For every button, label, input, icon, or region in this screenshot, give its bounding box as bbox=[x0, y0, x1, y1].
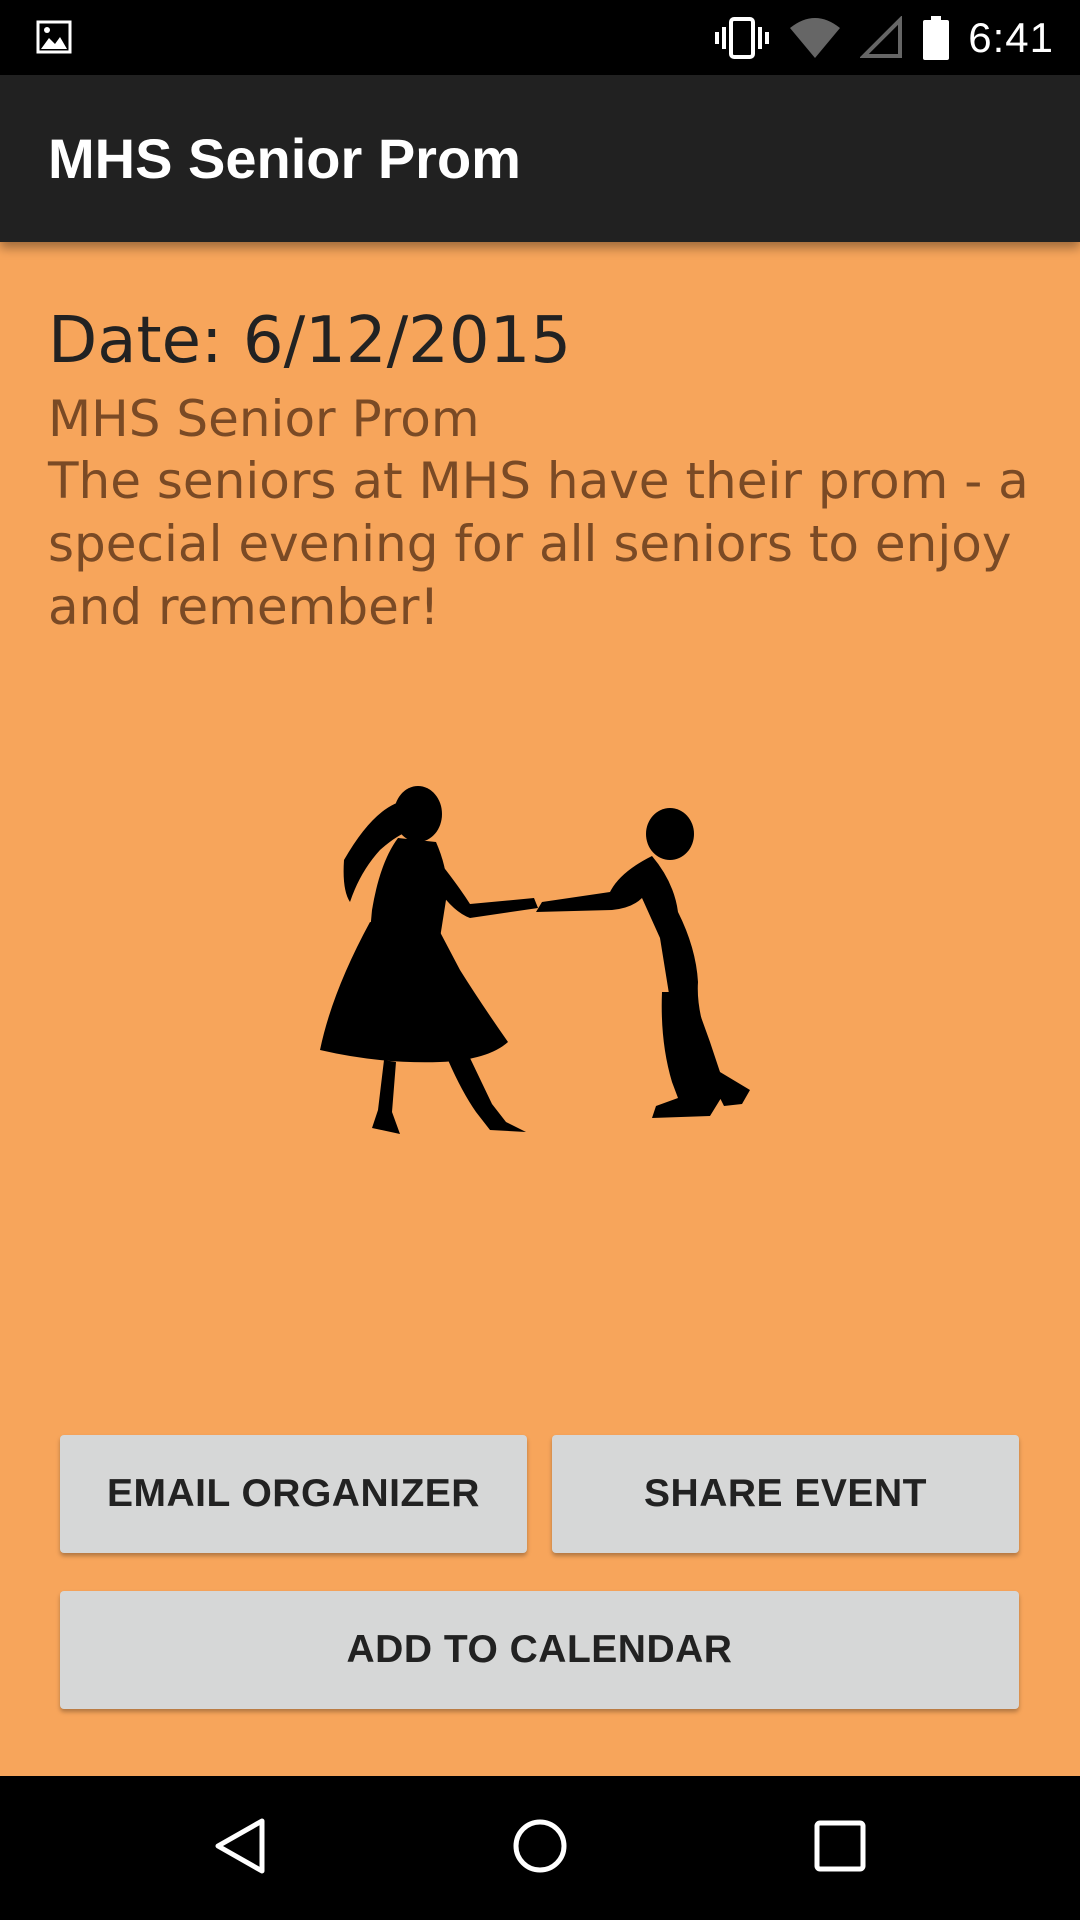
signal-icon bbox=[860, 15, 904, 60]
recents-button[interactable] bbox=[760, 1776, 920, 1920]
status-bar: 6:41 bbox=[0, 0, 1080, 75]
add-to-calendar-button[interactable]: ADD TO CALENDAR bbox=[60, 1591, 1019, 1709]
page-title: MHS Senior Prom bbox=[48, 127, 521, 190]
back-icon bbox=[212, 1816, 268, 1881]
system-nav-bar bbox=[0, 1776, 1080, 1920]
image-notification-icon bbox=[36, 20, 72, 54]
event-description: The seniors at MHS have their prom - a s… bbox=[48, 452, 1029, 636]
event-title: MHS Senior Prom bbox=[48, 390, 480, 448]
email-organizer-button[interactable]: EMAIL ORGANIZER bbox=[60, 1435, 527, 1553]
wifi-icon bbox=[788, 16, 842, 60]
event-date: Date: 6/12/2015 bbox=[48, 304, 572, 378]
event-detail: Date: 6/12/2015 MHS Senior Prom The seni… bbox=[0, 242, 1080, 1776]
share-event-button[interactable]: SHARE EVENT bbox=[552, 1435, 1019, 1553]
back-button[interactable] bbox=[160, 1776, 320, 1920]
battery-icon bbox=[922, 15, 950, 61]
app-toolbar: MHS Senior Prom bbox=[0, 75, 1080, 242]
dancing-couple-image bbox=[280, 742, 800, 1162]
home-button[interactable] bbox=[460, 1776, 620, 1920]
recents-icon bbox=[812, 1818, 868, 1879]
vibrate-icon bbox=[714, 16, 770, 60]
home-icon bbox=[510, 1816, 570, 1881]
status-icons: 6:41 bbox=[714, 0, 1054, 75]
status-time: 6:41 bbox=[968, 13, 1054, 61]
